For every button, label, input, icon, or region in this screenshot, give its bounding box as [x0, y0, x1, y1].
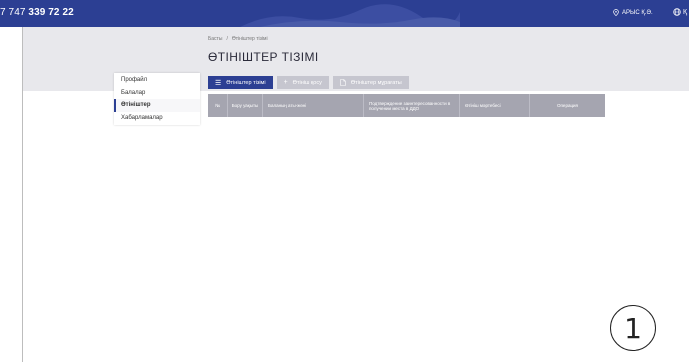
sidebar-item-applications[interactable]: Өтініштер: [114, 99, 200, 112]
breadcrumb-current: Өтініштер тізімі: [231, 36, 268, 42]
breadcrumb-separator: /: [226, 36, 228, 42]
tab-label: Өтініштер мұрағаты: [350, 79, 402, 86]
tab-add-application[interactable]: + Өтініш қосу: [276, 76, 329, 89]
phone-main: 339 72 22: [28, 7, 74, 18]
plus-icon: +: [283, 79, 288, 86]
table-header: № Бору уақыты Баланың аты-жөні Подтвержд…: [208, 94, 605, 117]
tab-label: Өтініштер тізімі: [226, 79, 266, 86]
sidebar-item-children[interactable]: Балалар: [114, 87, 200, 100]
column-header-number: №: [208, 94, 228, 117]
page-title: ӨТІНІШТЕР ТІЗІМІ: [208, 50, 319, 64]
sidebar-item-profile[interactable]: Профайл: [114, 74, 200, 87]
globe-icon: [673, 8, 681, 16]
sidebar-item-notifications[interactable]: Хабарламалар: [114, 112, 200, 125]
phone-prefix: 7 747: [0, 7, 29, 18]
phone-number[interactable]: 7 747 339 72 22: [0, 7, 74, 18]
location-selector[interactable]: АРЫС Қ.Ә.: [613, 9, 653, 16]
sidebar: Профайл Балалар Өтініштер Хабарламалар: [114, 73, 200, 125]
location-label: АРЫС Қ.Ә.: [622, 9, 653, 16]
decorative-hills: [240, 4, 460, 27]
tab-applications-list[interactable]: ☰ Өтініштер тізімі: [208, 76, 273, 89]
column-header-child-name: Баланың аты-жөні: [263, 94, 364, 117]
list-icon: ☰: [215, 79, 222, 87]
column-header-submit-time: Бору уақыты: [228, 94, 263, 117]
language-label: Қ: [683, 8, 688, 16]
number-badge: 1: [610, 305, 656, 351]
tab-applications-archive[interactable]: Өтініштер мұрағаты: [332, 76, 409, 89]
location-pin-icon: [613, 9, 619, 16]
page: 7 747 339 72 22 АРЫС Қ.Ә. Қ Басты / Өтін…: [0, 0, 689, 362]
language-selector[interactable]: Қ: [673, 8, 687, 16]
column-header-operation: Операция: [557, 103, 578, 108]
document-icon: [340, 79, 346, 86]
column-header-confirmation: Подтверждение заинтересованности в получ…: [364, 94, 460, 117]
tab-bar: ☰ Өтініштер тізімі + Өтініш қосу Өтінішт…: [208, 76, 409, 89]
tab-label: Өтініш қосу: [292, 79, 322, 86]
column-header-status: Өтініш мәртебесі: [460, 94, 530, 117]
breadcrumb-home[interactable]: Басты: [208, 36, 222, 42]
breadcrumb: Басты / Өтініштер тізімі: [208, 36, 268, 42]
left-border-line: [22, 27, 23, 362]
top-bar: 7 747 339 72 22 АРЫС Қ.Ә. Қ: [0, 0, 689, 27]
